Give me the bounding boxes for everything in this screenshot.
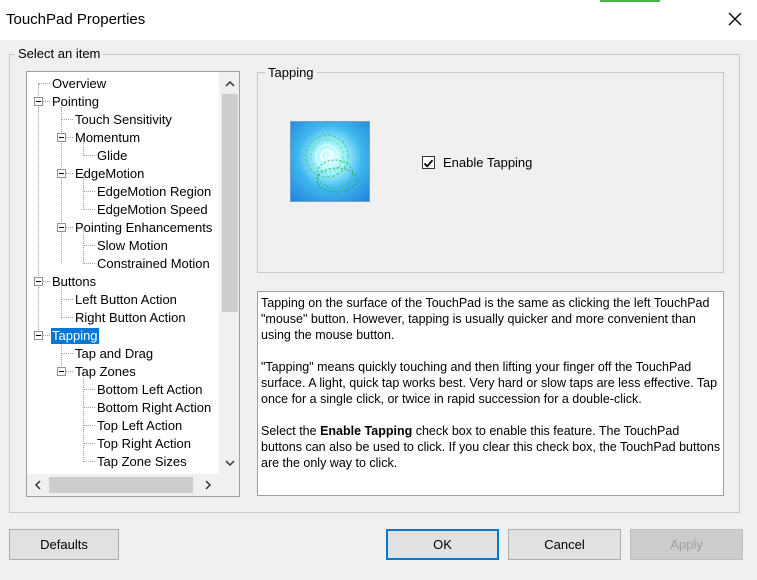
tree-item-buttons[interactable]: Buttons xyxy=(51,274,97,290)
settings-tree[interactable]: Overview Pointing Touch Sensitivity Momentu… xyxy=(26,71,240,497)
tree-connector xyxy=(83,191,95,192)
close-icon xyxy=(728,12,742,26)
tree-connector xyxy=(61,353,73,354)
tree-collapse-toggle[interactable] xyxy=(57,169,66,178)
chevron-up-icon xyxy=(225,80,235,87)
cancel-button[interactable]: Cancel xyxy=(508,529,621,560)
tree-vertical-scroll-thumb[interactable] xyxy=(222,94,238,312)
enable-tapping-checkbox[interactable] xyxy=(422,156,435,169)
description-paragraph-3: Select the Enable Tapping check box to e… xyxy=(261,423,721,471)
background-accent xyxy=(600,0,660,2)
tree-guide-line xyxy=(83,372,84,462)
tree-collapse-toggle[interactable] xyxy=(34,97,43,106)
scroll-down-button[interactable] xyxy=(222,455,238,471)
enable-tapping-label[interactable]: Enable Tapping xyxy=(443,155,532,170)
tree-collapse-toggle[interactable] xyxy=(57,133,66,142)
tree-guide-line xyxy=(38,84,39,336)
tree-connector xyxy=(83,407,95,408)
tree-item-tap-and-drag[interactable]: Tap and Drag xyxy=(74,346,154,362)
tree-collapse-toggle[interactable] xyxy=(34,331,43,340)
defaults-button[interactable]: Defaults xyxy=(9,529,119,560)
tree-connector xyxy=(61,317,73,318)
tree-item-pointing[interactable]: Pointing xyxy=(51,94,100,110)
tree-collapse-toggle[interactable] xyxy=(57,367,66,376)
tree-connector xyxy=(61,299,73,300)
tree-item-top-right-action[interactable]: Top Right Action xyxy=(96,436,192,452)
description-panel: Tapping on the surface of the TouchPad i… xyxy=(257,291,724,496)
chevron-right-icon xyxy=(205,480,212,490)
tree-connector xyxy=(83,443,95,444)
description-paragraph-1: Tapping on the surface of the TouchPad i… xyxy=(261,296,710,342)
tree-item-tapping[interactable]: Tapping xyxy=(51,328,99,344)
tree-item-bottom-right-action[interactable]: Bottom Right Action xyxy=(96,400,212,416)
tree-connector xyxy=(61,119,73,120)
tree-collapse-toggle[interactable] xyxy=(34,277,43,286)
window-title: TouchPad Properties xyxy=(6,11,146,28)
tree-collapse-toggle[interactable] xyxy=(57,223,66,232)
scroll-up-button[interactable] xyxy=(222,76,238,92)
tree-item-left-button-action[interactable]: Left Button Action xyxy=(74,292,178,308)
tree-item-edgemotion-region[interactable]: EdgeMotion Region xyxy=(96,184,212,200)
description-p3-bold: Enable Tapping xyxy=(320,424,413,438)
tree-item-edgemotion-speed[interactable]: EdgeMotion Speed xyxy=(96,202,209,218)
description-paragraph-2: "Tapping" means quickly touching and the… xyxy=(261,360,718,406)
ok-button[interactable]: OK xyxy=(386,529,499,560)
scrollbar-corner xyxy=(219,474,239,496)
touchpad-tap-icon xyxy=(290,121,370,202)
scroll-right-button[interactable] xyxy=(200,477,216,493)
scroll-left-button[interactable] xyxy=(30,477,46,493)
chevron-down-icon xyxy=(225,460,235,467)
description-p3-prefix: Select the xyxy=(261,424,321,438)
tree-item-overview[interactable]: Overview xyxy=(51,76,107,92)
tree-item-touch-sensitivity[interactable]: Touch Sensitivity xyxy=(74,112,173,128)
tree-guide-line xyxy=(61,102,62,264)
tree-item-constrained-motion[interactable]: Constrained Motion xyxy=(96,256,211,272)
checkmark-icon xyxy=(423,159,434,168)
tree-connector xyxy=(83,461,95,462)
tree-item-slow-motion[interactable]: Slow Motion xyxy=(96,238,169,254)
tree-connector xyxy=(38,83,50,84)
tap-ripple-graphic xyxy=(305,134,358,193)
tree-item-glide[interactable]: Glide xyxy=(96,148,128,164)
tree-connector xyxy=(83,263,95,264)
tree-item-top-left-action[interactable]: Top Left Action xyxy=(96,418,183,434)
tree-connector xyxy=(83,245,95,246)
tree-connector xyxy=(83,209,95,210)
tree-item-bottom-left-action[interactable]: Bottom Left Action xyxy=(96,382,204,398)
tree-item-momentum[interactable]: Momentum xyxy=(74,130,141,146)
tree-connector xyxy=(83,425,95,426)
tree-connector xyxy=(83,389,95,390)
tree-connector xyxy=(83,155,95,156)
tree-item-pointing-enhancements[interactable]: Pointing Enhancements xyxy=(74,220,213,236)
tree-item-edgemotion[interactable]: EdgeMotion xyxy=(74,166,145,182)
tapping-group-label: Tapping xyxy=(265,65,317,80)
tree-horizontal-scroll-thumb[interactable] xyxy=(49,477,193,493)
tree-item-tap-zones[interactable]: Tap Zones xyxy=(74,364,137,380)
tree-item-right-button-action[interactable]: Right Button Action xyxy=(74,310,187,326)
apply-button[interactable]: Apply xyxy=(630,529,743,560)
select-item-label: Select an item xyxy=(15,46,104,61)
chevron-left-icon xyxy=(34,480,41,490)
tree-item-tap-zone-sizes[interactable]: Tap Zone Sizes xyxy=(96,454,188,470)
close-button[interactable] xyxy=(724,8,746,30)
